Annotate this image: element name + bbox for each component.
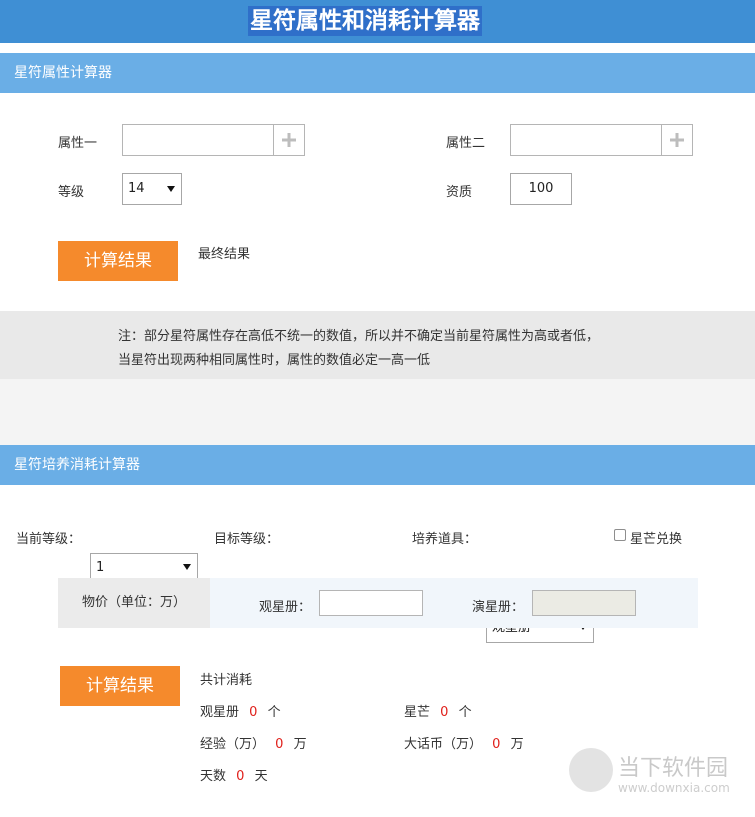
result-coin-unit: 万 [510, 737, 524, 752]
plus-icon [282, 133, 296, 147]
result-xingmang-value: 0 [440, 705, 449, 720]
result-days: 天数 0 天 [200, 765, 268, 784]
spacer-band [0, 379, 755, 445]
price-label: 物价（单位：万） [58, 578, 210, 628]
chevron-down-icon [167, 186, 175, 192]
attr-calc-header: 星符属性计算器 [0, 53, 755, 93]
result-days-value: 0 [236, 769, 245, 784]
final-result-label: 最终结果 [198, 247, 251, 262]
quality-label: 资质 [446, 185, 473, 200]
level-label: 等级 [58, 185, 85, 200]
result-guanxing-unit: 个 [267, 705, 281, 720]
result-coin-label: 大话币（万） [404, 737, 483, 752]
chevron-down-icon [183, 564, 191, 570]
guanxing-price-label: 观星册： [259, 600, 312, 615]
watermark-name: 当下软件园 [618, 756, 729, 781]
attr1-input[interactable] [122, 124, 274, 156]
guanxing-price-input[interactable] [319, 590, 423, 616]
level-select-value: 14 [128, 181, 145, 196]
result-days-unit: 天 [254, 769, 268, 784]
note-line-2: 当星符出现两种相同属性时，属性的数值必定一高一低 [118, 353, 431, 368]
result-guanxing-label: 观星册 [200, 705, 240, 720]
attr2-label: 属性二 [446, 136, 486, 151]
attr-calc-button[interactable]: 计算结果 [58, 241, 178, 281]
page-title: 星符属性和消耗计算器 [248, 6, 482, 36]
watermark-url: www.downxia.com [618, 781, 730, 795]
result-coin-value: 0 [492, 737, 501, 752]
result-exp-value: 0 [275, 737, 284, 752]
exchange-label: 星芒兑换 [630, 532, 683, 547]
target-level-label: 目标等级： [214, 532, 280, 547]
cost-calc-header: 星符培养消耗计算器 [0, 445, 755, 485]
cost-calc-button[interactable]: 计算结果 [60, 666, 180, 706]
attr1-add-button[interactable] [273, 124, 305, 156]
result-guanxing: 观星册 0 个 [200, 701, 281, 720]
result-exp-label: 经验（万） [200, 737, 266, 752]
result-guanxing-value: 0 [249, 705, 258, 720]
attr2-add-button[interactable] [661, 124, 693, 156]
exchange-checkbox[interactable] [614, 529, 626, 541]
yanxing-price-label: 演星册： [472, 600, 525, 615]
quality-input[interactable]: 100 [510, 173, 572, 205]
attr2-input[interactable] [510, 124, 662, 156]
result-coin: 大话币（万） 0 万 [404, 733, 524, 752]
current-level-value: 1 [96, 560, 105, 575]
current-level-label: 当前等级： [16, 532, 82, 547]
yanxing-price-input [532, 590, 636, 616]
result-xingmang-unit: 个 [458, 705, 472, 720]
result-xingmang-label: 星芒 [404, 705, 431, 720]
result-exp-unit: 万 [293, 737, 307, 752]
plus-icon [670, 133, 684, 147]
level-select[interactable]: 14 [122, 173, 182, 205]
total-cost-label: 共计消耗 [200, 673, 253, 688]
watermark-logo-icon [569, 748, 613, 792]
note-panel [0, 311, 755, 379]
note-line-1: 注：部分星符属性存在高低不统一的数值，所以并不确定当前星符属性为高或者低， [118, 329, 600, 344]
result-exp: 经验（万） 0 万 [200, 733, 307, 752]
item-label: 培养道具： [412, 532, 478, 547]
result-xingmang: 星芒 0 个 [404, 701, 472, 720]
result-days-label: 天数 [200, 769, 227, 784]
attr1-label: 属性一 [58, 136, 98, 151]
